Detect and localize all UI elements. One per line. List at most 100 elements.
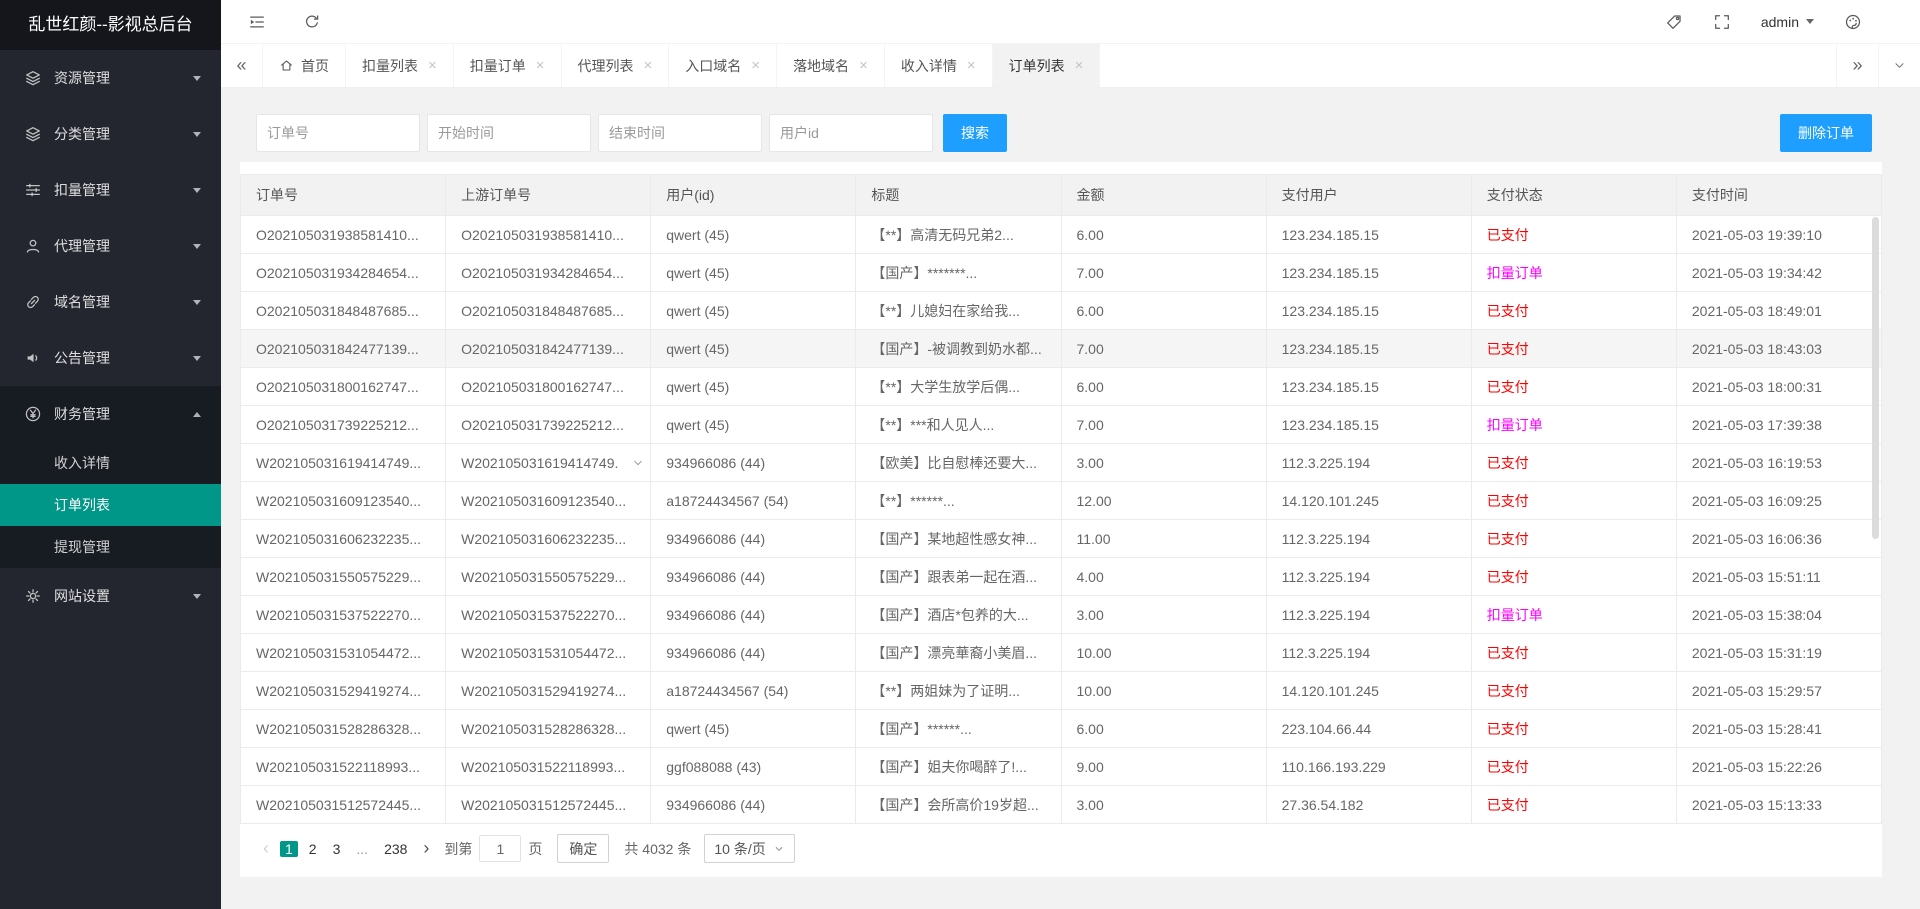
cell-pay-user: 123.234.185.15 — [1266, 330, 1471, 368]
cell-title: 【欧美】比自慰棒还要大... — [856, 444, 1061, 482]
cell-pay-time: 2021-05-03 15:22:26 — [1676, 748, 1881, 786]
sidebar-item[interactable]: 域名管理 — [0, 274, 221, 330]
status-badge: 扣量订单 — [1487, 417, 1543, 433]
sidebar-item[interactable]: 财务管理 — [0, 386, 221, 442]
tab-item[interactable]: 代理列表× — [562, 44, 670, 87]
table-row: W202105031619414749...W20210503161941474… — [241, 444, 1882, 482]
main-area: admin « 首页扣量列表×扣量订单×代理列表×入口域名×落地域名×收入详情×… — [221, 0, 1920, 909]
table-row: W202105031550575229...W20210503155057522… — [241, 558, 1882, 596]
palette-icon[interactable] — [1844, 13, 1862, 31]
sidebar-subitem[interactable]: 收入详情 — [0, 442, 221, 484]
topbar-right: admin — [1635, 13, 1920, 31]
cell-order-no: O202105031848487685... — [241, 292, 446, 330]
end-time-input[interactable] — [598, 114, 762, 152]
cell-user-id: 934966086 (44) — [651, 596, 856, 634]
cell-user-id: a18724434567 (54) — [651, 672, 856, 710]
expand-row-icon[interactable] — [631, 456, 645, 470]
sidebar-item-label: 公告管理 — [54, 348, 110, 368]
table-row: W202105031609123540...W20210503160912354… — [241, 482, 1882, 520]
cell-upstream-no: W202105031550575229... — [446, 558, 651, 596]
close-tab-icon[interactable]: × — [751, 58, 760, 73]
tab-item[interactable]: 首页 — [263, 44, 346, 87]
tab-item[interactable]: 扣量列表× — [346, 44, 454, 87]
cell-user-id: 934966086 (44) — [651, 558, 856, 596]
cell-pay-user: 14.120.101.245 — [1266, 482, 1471, 520]
cell-pay-user: 112.3.225.194 — [1266, 558, 1471, 596]
cell-user-id: qwert (45) — [651, 368, 856, 406]
tab-item[interactable]: 收入详情 × — [885, 44, 993, 87]
sliders-icon — [24, 181, 42, 199]
order-no-input[interactable] — [256, 114, 420, 152]
sidebar-subitem[interactable]: 提现管理 — [0, 526, 221, 568]
cell-pay-status: 已支付 — [1471, 748, 1676, 786]
search-button[interactable]: 搜索 — [943, 114, 1007, 152]
cell-title: 【国产】酒店*包养的大... — [856, 596, 1061, 634]
tab-item[interactable]: 订单列表× — [993, 44, 1101, 87]
sidebar-item[interactable]: 资源管理 — [0, 50, 221, 106]
cell-upstream-no: O202105031938581410... — [446, 216, 651, 254]
layers-icon — [24, 125, 42, 143]
delete-orders-button[interactable]: 删除订单 — [1780, 114, 1872, 152]
tabs-scroll-right-icon[interactable]: » — [1836, 44, 1878, 87]
page-number[interactable]: 3 — [328, 841, 346, 857]
username: admin — [1761, 14, 1799, 30]
cell-order-no: W202105031606232235... — [241, 520, 446, 558]
tabs-menu-icon[interactable] — [1878, 44, 1920, 87]
tabs-scroll-left-icon[interactable]: « — [221, 44, 263, 87]
cell-pay-status: 已支付 — [1471, 634, 1676, 672]
table-header-row: 订单号上游订单号用户(id)标题金额支付用户支付状态支付时间 — [241, 175, 1882, 216]
next-page-icon[interactable]: › — [415, 838, 437, 859]
page-number[interactable]: 238 — [379, 841, 412, 857]
table-scrollbar[interactable] — [1872, 217, 1879, 539]
page-number[interactable]: 1 — [280, 841, 298, 857]
sidebar-submenu: 收入详情订单列表提现管理 — [0, 442, 221, 568]
cell-pay-user: 14.120.101.245 — [1266, 672, 1471, 710]
cell-title: 【**】******... — [856, 482, 1061, 520]
page-numbers: 123...238 — [277, 836, 415, 862]
prev-page-icon[interactable]: ‹ — [255, 838, 277, 859]
cell-user-id: qwert (45) — [651, 254, 856, 292]
status-badge: 已支付 — [1487, 569, 1529, 585]
cell-amount: 3.00 — [1061, 786, 1266, 824]
tab-item[interactable]: 落地域名× — [777, 44, 885, 87]
cell-order-no: W202105031528286328... — [241, 710, 446, 748]
page-size-select[interactable]: 10 条/页 — [704, 834, 794, 863]
cell-amount: 7.00 — [1061, 330, 1266, 368]
chevron-down-icon — [193, 244, 201, 249]
chevron-down-icon — [773, 843, 785, 855]
refresh-icon[interactable] — [303, 13, 321, 31]
tag-icon[interactable] — [1665, 13, 1683, 31]
sidebar-item[interactable]: 代理管理 — [0, 218, 221, 274]
sidebar-item[interactable]: 网站设置 — [0, 568, 221, 624]
sidebar-item[interactable]: 扣量管理 — [0, 162, 221, 218]
confirm-page-button[interactable]: 确定 — [557, 834, 609, 863]
user-id-input[interactable] — [769, 114, 933, 152]
close-tab-icon[interactable]: × — [1075, 58, 1084, 73]
collapse-menu-icon[interactable] — [248, 13, 266, 31]
sidebar-subitem[interactable]: 订单列表 — [0, 484, 221, 526]
cell-upstream-no: O202105031842477139... — [446, 330, 651, 368]
tab-label: 收入详情 — [901, 56, 957, 76]
chevron-down-icon — [1892, 58, 1907, 73]
user-menu[interactable]: admin — [1761, 14, 1814, 30]
page-number[interactable]: 2 — [304, 841, 322, 857]
close-tab-icon[interactable]: × — [428, 58, 437, 73]
close-tab-icon[interactable]: × — [859, 58, 868, 73]
goto-page-input[interactable] — [479, 835, 521, 862]
tab-item[interactable]: 入口域名× — [669, 44, 777, 87]
cell-user-id: 934966086 (44) — [651, 786, 856, 824]
fullscreen-icon[interactable] — [1713, 13, 1731, 31]
start-time-input[interactable] — [427, 114, 591, 152]
cell-title: 【**】儿媳妇在家给我... — [856, 292, 1061, 330]
close-tab-icon[interactable]: × — [644, 58, 653, 73]
sidebar-item[interactable]: 分类管理 — [0, 106, 221, 162]
cell-pay-user: 112.3.225.194 — [1266, 520, 1471, 558]
cell-order-no: O202105031934284654... — [241, 254, 446, 292]
sidebar-item-label: 扣量管理 — [54, 180, 110, 200]
filter-bar: 搜索 删除订单 — [240, 104, 1882, 162]
cell-pay-status: 扣量订单 — [1471, 254, 1676, 292]
close-tab-icon[interactable]: × — [967, 58, 976, 73]
sidebar-item[interactable]: 公告管理 — [0, 330, 221, 386]
tab-item[interactable]: 扣量订单× — [454, 44, 562, 87]
close-tab-icon[interactable]: × — [536, 58, 545, 73]
